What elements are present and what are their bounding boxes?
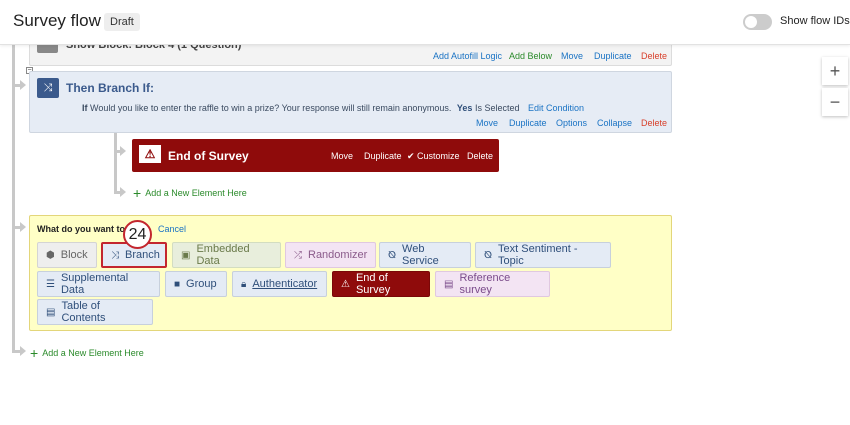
move-link[interactable]: Move — [476, 118, 498, 128]
button-label: Supplemental Data — [60, 272, 129, 296]
rss-icon: ⦰ — [484, 249, 493, 261]
move-link[interactable]: Move — [331, 151, 353, 161]
button-label: Embedded Data — [196, 243, 250, 267]
warning-icon: ⚠ — [341, 278, 350, 290]
end-of-survey-button[interactable]: ⚠ End of Survey — [332, 271, 430, 297]
flow-line — [114, 133, 117, 193]
lock-icon: 🔒︎ — [241, 278, 247, 290]
branch-title: Then Branch If: — [66, 81, 155, 95]
delete-link[interactable]: Delete — [641, 118, 667, 128]
end-of-survey-element: ⚠ End of Survey Move Duplicate ✔ Customi… — [132, 139, 499, 172]
button-label: Web Service — [402, 243, 439, 267]
button-label: End of Survey — [355, 272, 391, 296]
add-autofill-logic-link[interactable]: Add Autofill Logic — [433, 51, 502, 61]
zoom-out-button[interactable]: − — [822, 88, 848, 116]
move-link[interactable]: Move — [561, 51, 583, 61]
delete-link[interactable]: Delete — [467, 151, 493, 161]
folder-icon: ■ — [174, 278, 181, 290]
database-icon: ▣ — [181, 249, 191, 261]
button-label: Authenticator — [252, 278, 318, 290]
embedded-data-button[interactable]: ▣ Embedded Data — [172, 242, 281, 268]
options-link[interactable]: Options — [556, 118, 587, 128]
button-label: Randomizer — [308, 249, 368, 261]
button-label: Table of Contents — [61, 300, 106, 324]
plus-icon: + — [133, 185, 142, 201]
add-element-label: Add a New Element Here — [42, 348, 144, 358]
supplemental-data-button[interactable]: ☰ Supplemental Data — [37, 271, 160, 297]
branch-icon: ⤨ — [37, 78, 59, 98]
button-label: Reference survey — [459, 272, 511, 296]
flow-arrow — [20, 222, 26, 232]
add-element-label: Add a New Element Here — [145, 188, 247, 198]
authenticator-button[interactable]: 🔒︎ Authenticator — [232, 271, 327, 297]
end-of-survey-title: End of Survey — [168, 149, 249, 163]
edit-condition-link[interactable]: Edit Condition — [528, 103, 584, 113]
delete-link[interactable]: Delete — [641, 51, 667, 61]
branch-condition: If Would you like to enter the raffle to… — [82, 103, 584, 113]
customize-link[interactable]: ✔ Customize — [407, 151, 460, 162]
condition-answer: Yes — [456, 103, 473, 113]
chooser-prompt: What do you want to add? — [37, 224, 127, 234]
zoom-in-button[interactable]: + — [822, 57, 848, 85]
randomizer-button[interactable]: ⤮ Randomizer — [285, 242, 376, 268]
button-label: Block — [60, 249, 88, 261]
customize-label: Customize — [417, 151, 460, 161]
add-element-link[interactable]: + Add a New Element Here — [133, 185, 247, 201]
button-label: Text Sentiment - Topic — [498, 243, 578, 267]
reference-survey-button[interactable]: ▤ Reference survey — [435, 271, 550, 297]
status-badge: Draft — [104, 13, 140, 31]
cancel-link[interactable]: Cancel — [158, 224, 186, 234]
branch-element: ⤨ Then Branch If: If Would you like to e… — [29, 71, 672, 133]
cube-icon: ⬢ — [46, 249, 55, 261]
step-badge: 24 — [123, 220, 152, 249]
check-icon: ✔ — [407, 151, 418, 161]
button-label: Branch — [125, 249, 160, 261]
add-below-link[interactable]: Add Below — [509, 51, 552, 61]
plus-icon: + — [30, 345, 39, 361]
group-button[interactable]: ■ Group — [165, 271, 227, 297]
if-label: If — [82, 103, 88, 113]
flow-line — [12, 45, 15, 351]
rss-icon: ⦰ — [388, 249, 397, 261]
collapse-link[interactable]: Collapse — [597, 118, 632, 128]
text-sentiment-button[interactable]: ⦰ Text Sentiment - Topic — [475, 242, 611, 268]
show-flow-ids-label: Show flow IDs — [780, 15, 850, 27]
list-icon: ▤ — [46, 306, 56, 318]
flow-arrow — [20, 346, 26, 356]
duplicate-link[interactable]: Duplicate — [364, 151, 402, 161]
table-of-contents-button[interactable]: ▤ Table of Contents — [37, 299, 153, 325]
block-button[interactable]: ⬢ Block — [37, 242, 97, 268]
show-flow-ids-toggle[interactable] — [743, 14, 772, 30]
web-service-button[interactable]: ⦰ Web Service — [379, 242, 471, 268]
branch-icon: ⤨ — [111, 249, 119, 261]
shuffle-icon: ⤮ — [294, 249, 302, 261]
condition-question: Would you like to enter the raffle to wi… — [90, 103, 452, 113]
flow-arrow — [120, 187, 126, 197]
flow-arrow — [120, 146, 126, 156]
clipboard-icon: ▤ — [444, 278, 454, 290]
add-element-link-bottom[interactable]: + Add a New Element Here — [30, 345, 144, 361]
duplicate-link[interactable]: Duplicate — [509, 118, 547, 128]
header: Survey flow Draft Show flow IDs — [0, 0, 850, 45]
database-icon: ☰ — [46, 278, 55, 290]
warning-icon: ⚠ — [139, 145, 161, 163]
duplicate-link[interactable]: Duplicate — [594, 51, 632, 61]
page-title: Survey flow — [13, 11, 101, 30]
button-label: Group — [186, 278, 217, 290]
flow-arrow — [20, 80, 26, 90]
condition-operator: Is Selected — [474, 103, 520, 113]
